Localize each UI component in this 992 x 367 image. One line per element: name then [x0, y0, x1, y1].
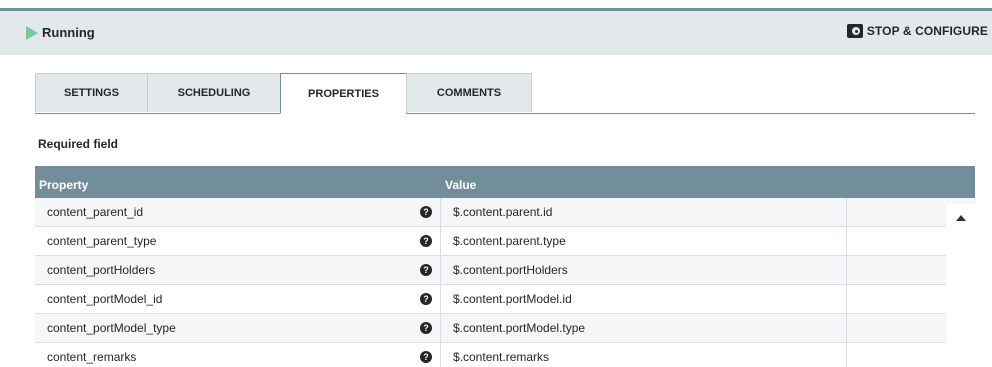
table-row[interactable]: content_remarks ? $.content.remarks: [35, 343, 975, 367]
property-value[interactable]: $.content.portModel.id: [453, 285, 572, 313]
play-icon: [26, 25, 38, 40]
status-bar: Running STOP & CONFIGURE: [0, 11, 992, 55]
property-value[interactable]: $.content.portModel.type: [453, 314, 585, 342]
tab-properties[interactable]: PROPERTIES: [280, 73, 407, 114]
properties-table: Property Value content_parent_id ? $.con…: [35, 166, 975, 367]
help-icon[interactable]: ?: [420, 322, 432, 334]
column-header-property[interactable]: Property: [39, 178, 88, 192]
table-row[interactable]: content_portModel_id ? $.content.portMod…: [35, 285, 975, 314]
property-value[interactable]: $.content.portHolders: [453, 256, 568, 284]
help-icon[interactable]: ?: [420, 235, 432, 247]
help-icon[interactable]: ?: [420, 206, 432, 218]
stop-configure-button[interactable]: STOP & CONFIGURE: [846, 24, 988, 38]
property-name: content_portModel_type: [47, 321, 176, 335]
run-status: Running: [26, 25, 95, 40]
help-icon[interactable]: ?: [420, 351, 432, 363]
status-label: Running: [42, 25, 95, 40]
scroll-up-icon[interactable]: [956, 215, 966, 221]
table-row[interactable]: content_parent_type ? $.content.parent.t…: [35, 227, 975, 256]
table-body: content_parent_id ? $.content.parent.id …: [35, 198, 975, 367]
table-row[interactable]: content_portModel_type ? $.content.portM…: [35, 314, 975, 343]
tab-scheduling[interactable]: SCHEDULING: [147, 73, 281, 112]
table-row[interactable]: content_portHolders ? $.content.portHold…: [35, 256, 975, 285]
property-name: content_portModel_id: [47, 292, 163, 306]
property-name: content_parent_type: [47, 234, 157, 248]
property-name: content_remarks: [47, 350, 137, 364]
property-value[interactable]: $.content.parent.id: [453, 198, 552, 226]
tab-comments[interactable]: COMMENTS: [406, 73, 532, 112]
table-row[interactable]: content_parent_id ? $.content.parent.id: [35, 198, 975, 227]
property-value[interactable]: $.content.remarks: [453, 343, 549, 367]
help-icon[interactable]: ?: [420, 264, 432, 276]
scrollbar[interactable]: [946, 204, 975, 367]
tab-settings[interactable]: SETTINGS: [35, 73, 148, 112]
top-accent: [0, 0, 992, 11]
property-name: content_portHolders: [47, 263, 156, 277]
stop-configure-icon: [846, 24, 863, 38]
property-name: content_parent_id: [47, 205, 144, 219]
stop-configure-label: STOP & CONFIGURE: [866, 24, 988, 38]
help-icon[interactable]: ?: [420, 293, 432, 305]
tab-bar: SETTINGS SCHEDULING PROPERTIES COMMENTS: [35, 73, 975, 114]
required-field-label: Required field: [38, 137, 119, 151]
property-value[interactable]: $.content.parent.type: [453, 227, 566, 255]
column-header-value[interactable]: Value: [445, 178, 476, 192]
